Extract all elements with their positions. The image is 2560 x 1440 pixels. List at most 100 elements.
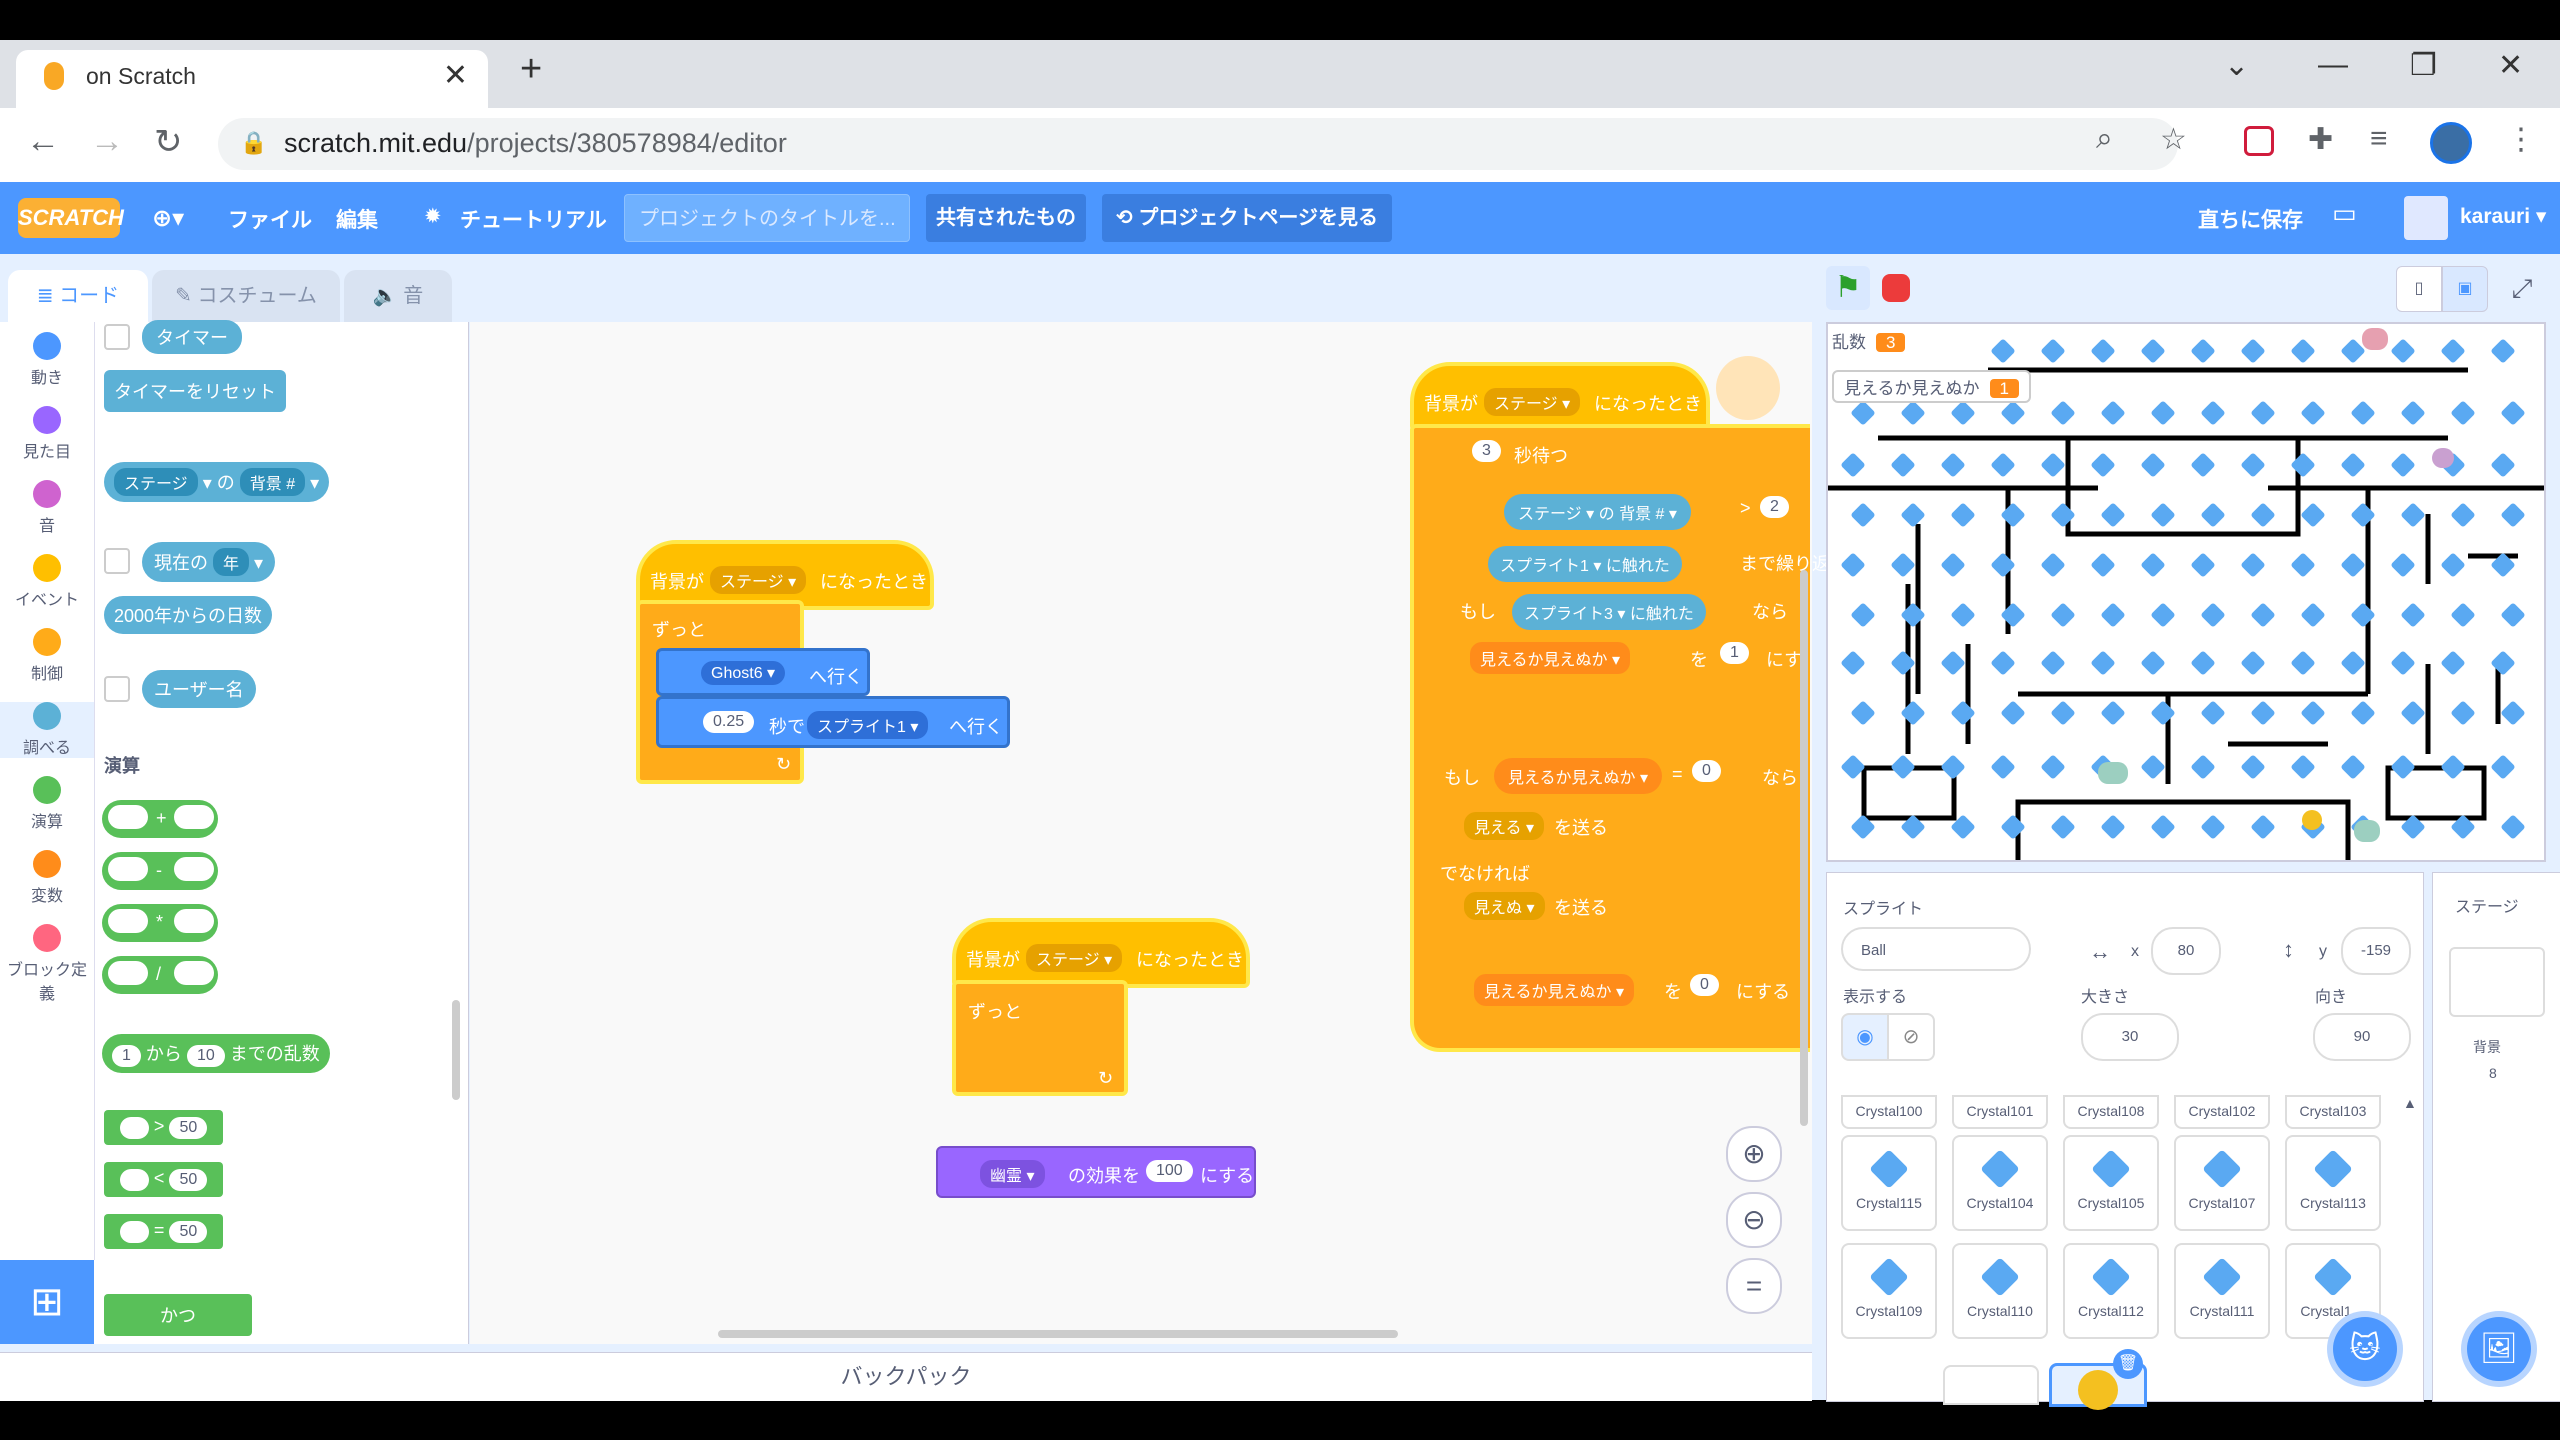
current-year-reporter[interactable]: 現在の 年 ▾ [142, 542, 276, 582]
subtract-operator[interactable]: - [102, 852, 218, 890]
category-item[interactable]: 制御 [0, 628, 94, 684]
when-backdrop-hat-3[interactable]: 背景が ステージ ▾ になったとき [1410, 362, 1710, 432]
sprite-tile[interactable]: Crystal102 [2174, 1095, 2270, 1129]
delete-sprite-icon[interactable]: 🗑 [2113, 1349, 2143, 1379]
goto-block[interactable]: Ghost6 ▾ へ行く [656, 648, 870, 696]
direction-input[interactable]: 90 [2313, 1013, 2411, 1061]
forever-block-2[interactable]: ずっと ↻ [952, 980, 1128, 1096]
sprite-tile[interactable]: Crystal109 [1841, 1243, 1937, 1339]
zoom-reset-icon[interactable]: = [1726, 1258, 1782, 1314]
when-backdrop-hat-2[interactable]: 背景が ステージ ▾ になったとき [952, 918, 1250, 988]
user-avatar[interactable] [2404, 196, 2448, 240]
restore-icon[interactable]: ❐ [2410, 48, 2437, 83]
sprite-name-input[interactable]: Ball [1841, 927, 2031, 971]
add-backdrop-icon[interactable]: 🖼 [2467, 1317, 2531, 1381]
forward-icon[interactable]: → [90, 122, 124, 161]
category-item[interactable]: 見た目 [0, 406, 94, 462]
menu-icon[interactable]: ⋮ [2506, 122, 2536, 157]
tab-search-icon[interactable]: ⌄ [2224, 48, 2249, 83]
current-checkbox[interactable] [104, 548, 130, 574]
sprite-tile[interactable]: Crystal110 [1952, 1243, 2048, 1339]
main-control-script[interactable]: 3 秒待つ ステージ ▾ の 背景 # ▾ > 2 スプライト1 ▾ に触れた … [1410, 424, 1830, 1052]
project-title-input[interactable]: プロジェクトのタイトルを... [624, 194, 910, 242]
palette-scrollbar[interactable] [452, 1000, 460, 1100]
globe-icon[interactable]: ⊕▾ [152, 204, 184, 233]
green-flag-icon[interactable]: ⚑ [1826, 266, 1870, 310]
add-sprite-icon[interactable]: 🐱 [2333, 1317, 2397, 1381]
pink-ghost-sprite[interactable] [2362, 328, 2388, 350]
scratch-logo[interactable]: SCRATCH [18, 198, 124, 238]
media-icon[interactable]: ≡ [2370, 122, 2388, 156]
ghost-effect-block[interactable]: 幽霊 ▾ の効果を 100 にする [936, 1146, 1256, 1198]
ball-sprite[interactable] [2302, 810, 2322, 830]
script-vscrollbar[interactable] [1800, 570, 1808, 1126]
close-tab-icon[interactable]: ✕ [443, 58, 468, 93]
stage-target-pane[interactable]: ステージ 背景 8 🖼 [2432, 872, 2560, 1402]
of-sensing-reporter[interactable]: ステージ ▾ の 背景 # ▾ [104, 462, 330, 502]
less-than-operator[interactable]: < 50 [104, 1162, 224, 1197]
username-reporter[interactable]: ユーザー名 [142, 670, 256, 708]
backpack[interactable]: バックパック [0, 1352, 1812, 1401]
bookmark-star-icon[interactable]: ☆ [2160, 122, 2187, 157]
y-input[interactable]: -159 [2341, 927, 2411, 975]
sprite-tile[interactable]: Crystal111 [2174, 1243, 2270, 1339]
fullscreen-icon[interactable]: ⤢ [2500, 266, 2544, 310]
ghost-sprite[interactable] [2098, 762, 2128, 784]
username-checkbox[interactable] [104, 676, 130, 702]
stop-icon[interactable] [1882, 274, 1910, 302]
zoom-in-icon[interactable]: ⊕ [1726, 1126, 1782, 1182]
lock-icon[interactable]: 🔒 [240, 130, 267, 156]
hide-eye-icon[interactable]: ⊘ [1887, 1013, 1935, 1061]
folder-icon[interactable]: ▭ [2332, 198, 2357, 229]
large-stage-icon[interactable]: ▣ [2442, 266, 2488, 312]
divide-operator[interactable]: / [102, 956, 218, 994]
puzzle-icon[interactable]: ✚ [2308, 122, 2333, 157]
username[interactable]: karauri ▾ [2460, 204, 2546, 229]
profile-avatar[interactable] [2430, 122, 2472, 164]
project-page-button[interactable]: ⟲ プロジェクトページを見る [1102, 194, 1392, 242]
greater-than-operator[interactable]: > 50 [104, 1110, 224, 1145]
size-input[interactable]: 30 [2081, 1013, 2179, 1061]
multiply-operator[interactable]: * [102, 904, 218, 942]
back-icon[interactable]: ← [26, 122, 60, 161]
small-stage-icon[interactable]: ▯ [2396, 266, 2442, 312]
close-window-icon[interactable]: ✕ [2498, 48, 2523, 83]
sprite-tile[interactable]: Crystal101 [1952, 1095, 2048, 1129]
and-operator[interactable]: かつ [104, 1294, 252, 1336]
sprite-tile[interactable]: Crystal100 [1841, 1095, 1937, 1129]
stage-canvas[interactable]: 乱数 3 見えるか見えぬか 1 [1826, 322, 2546, 862]
zoom-out-icon[interactable]: ⊖ [1726, 1192, 1782, 1248]
new-tab-icon[interactable]: + [520, 48, 542, 91]
url-text[interactable]: scratch.mit.edu/projects/380578984/edito… [284, 128, 787, 159]
category-item[interactable]: ブロック定義 [0, 924, 94, 1004]
sprite-tile-partial[interactable] [1943, 1365, 2039, 1405]
timer-checkbox[interactable] [104, 324, 130, 350]
category-item[interactable]: 調べる [0, 702, 94, 758]
sprite-tile[interactable]: Crystal107 [2174, 1135, 2270, 1231]
x-input[interactable]: 80 [2151, 927, 2221, 975]
sprite-tile[interactable]: Crystal108 [2063, 1095, 2159, 1129]
browser-tab[interactable]: on Scratch ✕ [16, 50, 488, 108]
minimize-icon[interactable]: — [2318, 48, 2348, 82]
sprite-tile[interactable]: Crystal112 [2063, 1243, 2159, 1339]
show-eye-icon[interactable]: ◉ [1841, 1013, 1889, 1061]
shared-button[interactable]: 共有されたもの [926, 194, 1086, 242]
timer-reporter[interactable]: タイマー [142, 320, 242, 354]
reset-timer-block[interactable]: タイマーをリセット [104, 370, 286, 412]
equals-operator[interactable]: = 50 [104, 1214, 224, 1249]
tutorial-menu[interactable]: チュートリアル [460, 204, 607, 234]
tutorial-icon[interactable]: ✹ [424, 204, 442, 229]
category-item[interactable]: 動き [0, 332, 94, 388]
stage-thumbnail[interactable] [2449, 947, 2545, 1017]
extension-icon[interactable] [2244, 126, 2274, 156]
sprite-tile[interactable]: Crystal113 [2285, 1135, 2381, 1231]
ghost-sprite-2[interactable] [2354, 820, 2380, 842]
tab-sound[interactable]: 🔈 音 [344, 270, 452, 322]
category-item[interactable]: 音 [0, 480, 94, 536]
days-since-reporter[interactable]: 2000年からの日数 [104, 596, 273, 634]
zoom-icon[interactable]: ⌕ [2096, 122, 2113, 156]
purple-ghost-sprite[interactable] [2432, 448, 2454, 468]
edit-menu[interactable]: 編集 [336, 204, 378, 234]
sprite-tile[interactable]: Crystal104 [1952, 1135, 2048, 1231]
sprite-tile[interactable]: Crystal103 [2285, 1095, 2381, 1129]
